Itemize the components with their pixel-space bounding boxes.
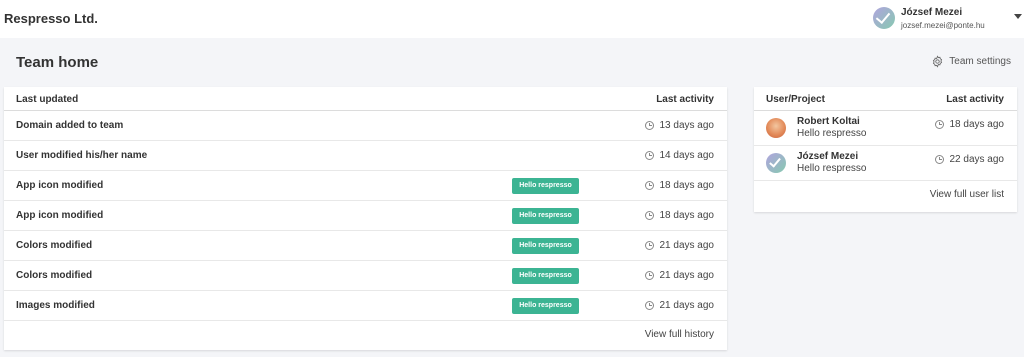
activity-title: Domain added to team [16, 120, 124, 131]
clock-icon [644, 271, 654, 280]
team-settings-label: Team settings [949, 56, 1011, 67]
time-label: 22 days ago [949, 154, 1005, 165]
time-label: 21 days ago [659, 240, 715, 251]
avatar [766, 118, 786, 138]
time-label: 21 days ago [659, 300, 715, 311]
avatar [873, 7, 895, 29]
activity-title: App icon modified [16, 210, 104, 221]
check-icon [769, 155, 781, 168]
team-settings-button[interactable]: Team settings [931, 55, 1011, 68]
activity-title: Images modified [16, 300, 95, 311]
history-card: Last updated Last activity Domain added … [4, 87, 727, 350]
activity-time: 18 days ago [934, 119, 1005, 130]
time-label: 13 days ago [659, 120, 715, 131]
user-row[interactable]: József Mezei Hello respresso 22 days ago [754, 146, 1017, 181]
time-label: 21 days ago [659, 270, 715, 281]
clock-icon [934, 120, 944, 129]
project-badge[interactable]: Hello respresso [512, 208, 579, 224]
gear-icon [933, 55, 943, 68]
project-badge[interactable]: Hello respresso [512, 178, 579, 194]
column-header-last-updated: Last updated [16, 94, 79, 105]
time-label: 18 days ago [949, 119, 1005, 130]
activity-time: 21 days ago [644, 240, 715, 251]
users-card: User/Project Last activity Robert Koltai… [754, 87, 1017, 212]
activity-title: User modified his/her name [16, 150, 148, 161]
clock-icon [644, 241, 654, 250]
column-header-last-activity: Last activity [656, 94, 714, 105]
activity-time: 18 days ago [644, 180, 715, 191]
clock-icon [644, 121, 654, 130]
activity-time: 14 days ago [644, 150, 715, 161]
table-row[interactable]: Images modified Hello respresso 21 days … [4, 291, 727, 321]
activity-time: 22 days ago [934, 154, 1005, 165]
check-icon [875, 8, 891, 25]
user-name: József Mezei [901, 7, 963, 18]
activity-title: Colors modified [16, 240, 93, 251]
table-row[interactable]: Colors modified Hello respresso 21 days … [4, 261, 727, 291]
view-full-history-link[interactable]: View full history [645, 329, 714, 340]
table-row[interactable]: Domain added to team 13 days ago [4, 111, 727, 141]
project-badge[interactable]: Hello respresso [512, 238, 579, 254]
project-badge[interactable]: Hello respresso [512, 268, 579, 284]
chevron-down-icon[interactable] [1014, 14, 1022, 19]
user-project: Hello respresso [797, 163, 867, 174]
user-menu[interactable]: József Mezei jozsef.mezei@ponte.hu [870, 0, 1024, 38]
user-name: Robert Koltai [797, 116, 860, 127]
table-row[interactable]: App icon modified Hello respresso 18 day… [4, 171, 727, 201]
activity-time: 21 days ago [644, 270, 715, 281]
user-row[interactable]: Robert Koltai Hello respresso 18 days ag… [754, 111, 1017, 146]
table-row[interactable]: App icon modified Hello respresso 18 day… [4, 201, 727, 231]
company-name[interactable]: Respresso Ltd. [4, 11, 98, 26]
clock-icon [644, 211, 654, 220]
avatar [766, 153, 786, 173]
project-badge[interactable]: Hello respresso [512, 298, 579, 314]
activity-title: Colors modified [16, 270, 93, 281]
view-full-user-list-link[interactable]: View full user list [930, 189, 1004, 200]
time-label: 14 days ago [659, 150, 715, 161]
page-title: Team home [16, 54, 99, 71]
history-table-header: Last updated Last activity [4, 87, 727, 111]
clock-icon [644, 151, 654, 160]
time-label: 18 days ago [659, 180, 715, 191]
time-label: 18 days ago [659, 210, 715, 221]
users-table-header: User/Project Last activity [754, 87, 1017, 111]
column-header-last-activity: Last activity [946, 94, 1004, 105]
clock-icon [644, 301, 654, 310]
activity-time: 21 days ago [644, 300, 715, 311]
table-row[interactable]: Colors modified Hello respresso 21 days … [4, 231, 727, 261]
clock-icon [644, 181, 654, 190]
top-bar: Respresso Ltd. József Mezei jozsef.mezei… [0, 0, 1024, 38]
activity-time: 18 days ago [644, 210, 715, 221]
user-name: József Mezei [797, 151, 859, 162]
table-row[interactable]: User modified his/her name 14 days ago [4, 141, 727, 171]
user-project: Hello respresso [797, 128, 867, 139]
activity-title: App icon modified [16, 180, 104, 191]
column-header-user-project: User/Project [766, 94, 825, 105]
activity-time: 13 days ago [644, 120, 715, 131]
user-email: jozsef.mezei@ponte.hu [901, 21, 985, 30]
clock-icon [934, 155, 944, 164]
